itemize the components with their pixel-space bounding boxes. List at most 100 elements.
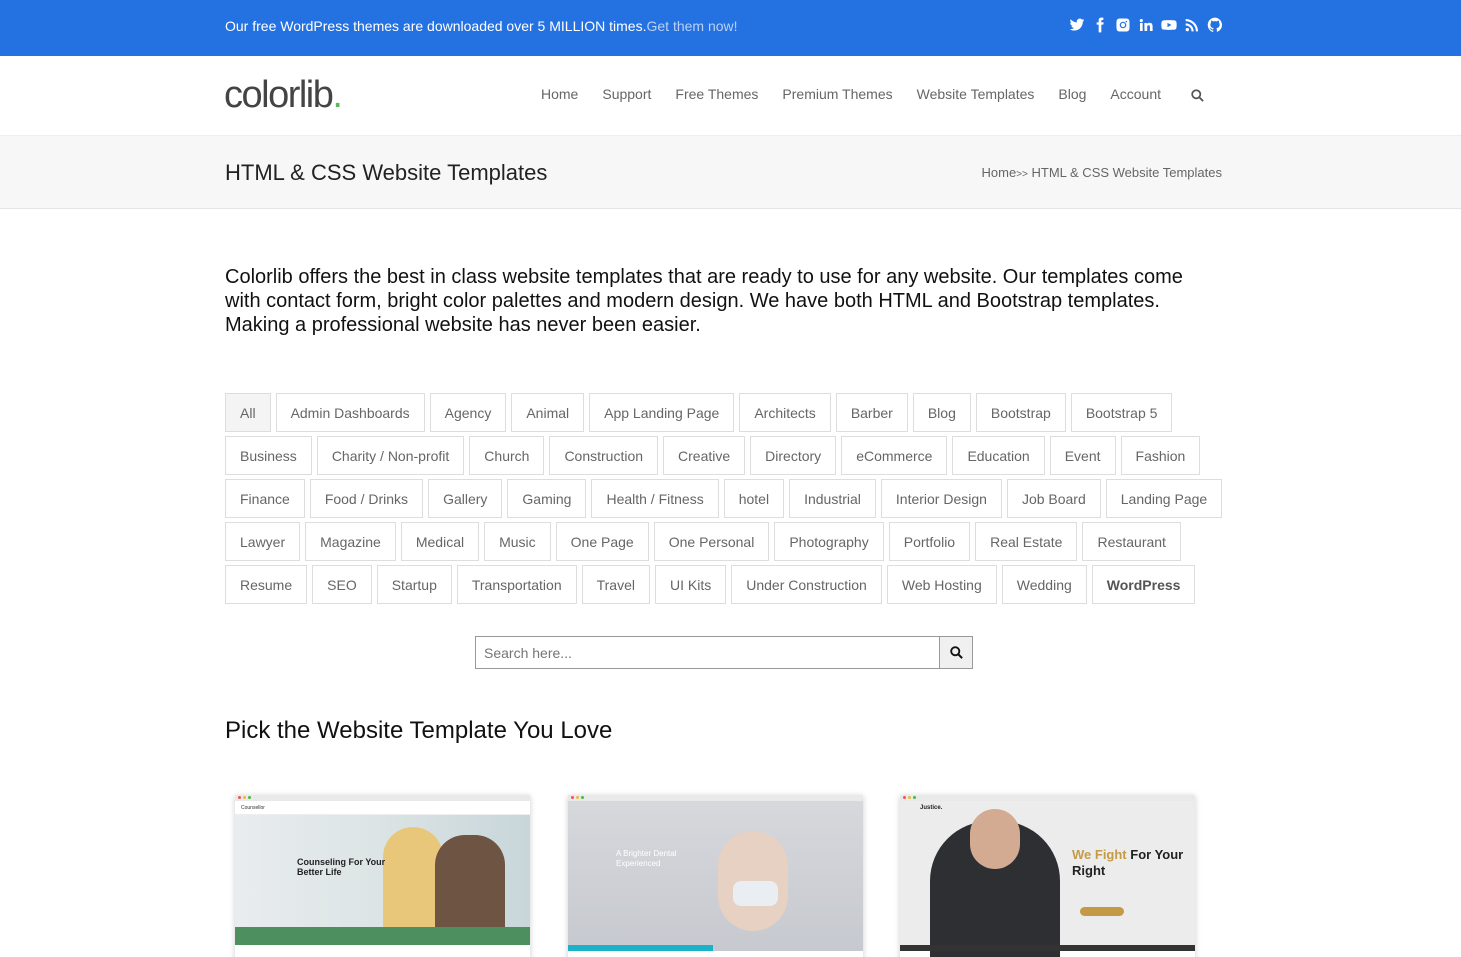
filter-tag-finance[interactable]: Finance: [225, 479, 305, 518]
filter-tag-photography[interactable]: Photography: [774, 522, 884, 561]
filter-tag-startup[interactable]: Startup: [376, 565, 452, 604]
preview-button: [1080, 907, 1124, 916]
filter-tag-ui-kits[interactable]: UI Kits: [655, 565, 727, 604]
preview-strip: [900, 945, 1195, 951]
filter-tag-bootstrap[interactable]: Bootstrap: [975, 393, 1066, 432]
nav-premium-themes[interactable]: Premium Themes: [770, 86, 904, 102]
filter-tag-charity-non-profit[interactable]: Charity / Non-profit: [316, 436, 465, 475]
preview-person-head: [970, 809, 1020, 869]
twitter-icon[interactable]: [1068, 16, 1085, 34]
filter-tag-all[interactable]: All: [225, 393, 271, 432]
colorlib-logo[interactable]: colorlib.: [224, 74, 343, 117]
nav-free-themes[interactable]: Free Themes: [663, 86, 770, 102]
preview-site-name: Justice.: [920, 805, 943, 811]
github-icon[interactable]: [1206, 16, 1223, 34]
section-title: Pick the Website Template You Love: [225, 717, 613, 744]
filter-tag-ecommerce[interactable]: eCommerce: [841, 436, 948, 475]
logo-text: colorlib: [224, 74, 334, 116]
announcement-text: Our free WordPress themes are downloaded…: [225, 18, 738, 34]
filter-tag-interior-design[interactable]: Interior Design: [880, 479, 1002, 518]
filter-tag-food-drinks[interactable]: Food / Drinks: [309, 479, 424, 518]
nav-blog[interactable]: Blog: [1046, 86, 1098, 102]
template-card[interactable]: A Brighter Dental Experienced: [568, 795, 863, 957]
filter-tag-real-estate[interactable]: Real Estate: [975, 522, 1078, 561]
filter-tag-portfolio[interactable]: Portfolio: [888, 522, 971, 561]
filter-tag-restaurant[interactable]: Restaurant: [1082, 522, 1181, 561]
template-card[interactable]: Counsellor Counseling For Your Better Li…: [235, 795, 530, 957]
instagram-icon[interactable]: [1114, 16, 1131, 34]
announcement-cta-link[interactable]: Get them now!: [646, 18, 737, 34]
filter-tag-resume[interactable]: Resume: [225, 565, 308, 604]
filter-tag-industrial[interactable]: Industrial: [789, 479, 876, 518]
filter-tag-admin-dashboards[interactable]: Admin Dashboards: [275, 393, 425, 432]
filter-tag-one-personal[interactable]: One Personal: [653, 522, 770, 561]
filter-tag-seo[interactable]: SEO: [312, 565, 372, 604]
card-site-nav: Counsellor: [235, 801, 530, 815]
filter-tag-blog[interactable]: Blog: [912, 393, 971, 432]
filter-tag-magazine[interactable]: Magazine: [305, 522, 396, 561]
filter-tag-medical[interactable]: Medical: [400, 522, 480, 561]
announcement-bar: Our free WordPress themes are downloaded…: [0, 0, 1461, 56]
template-preview-image: Justice. We Fight For Your Right: [900, 801, 1195, 957]
linkedin-icon[interactable]: [1137, 16, 1154, 34]
filter-tag-transportation[interactable]: Transportation: [456, 565, 577, 604]
filter-tag-gallery[interactable]: Gallery: [428, 479, 503, 518]
filter-tag-web-hosting[interactable]: Web Hosting: [886, 565, 997, 604]
filter-tag-barber[interactable]: Barber: [835, 393, 908, 432]
breadcrumb-separator: >>: [1016, 169, 1028, 180]
filter-tag-gaming[interactable]: Gaming: [507, 479, 587, 518]
filter-tag-under-construction[interactable]: Under Construction: [731, 565, 882, 604]
filter-tag-animal[interactable]: Animal: [511, 393, 585, 432]
social-links: [1068, 16, 1223, 34]
filter-tag-landing-page[interactable]: Landing Page: [1105, 479, 1223, 518]
template-preview-image: A Brighter Dental Experienced: [568, 801, 863, 951]
breadcrumb: Home>> HTML & CSS Website Templates: [982, 165, 1223, 180]
nav-website-templates[interactable]: Website Templates: [905, 86, 1047, 102]
category-filter: All Admin Dashboards Agency Animal App Landi…: [225, 393, 1225, 604]
filter-tag-job-board[interactable]: Job Board: [1006, 479, 1101, 518]
filter-tag-church[interactable]: Church: [469, 436, 545, 475]
youtube-icon[interactable]: [1160, 16, 1177, 34]
filter-tag-one-page[interactable]: One Page: [555, 522, 649, 561]
breadcrumb-home[interactable]: Home: [982, 165, 1017, 180]
filter-tag-hotel[interactable]: hotel: [723, 479, 785, 518]
intro-paragraph: Colorlib offers the best in class websit…: [225, 266, 1183, 336]
facebook-icon[interactable]: [1091, 16, 1108, 34]
template-card[interactable]: Justice. We Fight For Your Right: [900, 795, 1195, 957]
logo-dot: .: [332, 74, 343, 116]
preview-headline: Counseling For Your Better Life: [297, 857, 386, 877]
preview-strip: [568, 945, 713, 951]
filter-tag-travel[interactable]: Travel: [581, 565, 650, 604]
nav-home[interactable]: Home: [529, 86, 590, 102]
filter-tag-music[interactable]: Music: [484, 522, 551, 561]
site-header: colorlib. Home Support Free Themes Premi…: [0, 56, 1461, 136]
preview-headline-accent: We Fight: [1072, 847, 1127, 862]
filter-tag-architects[interactable]: Architects: [739, 393, 831, 432]
announcement-message: Our free WordPress themes are downloaded…: [225, 18, 647, 34]
search-icon: [949, 646, 963, 659]
filter-tag-creative[interactable]: Creative: [663, 436, 746, 475]
filter-tag-agency[interactable]: Agency: [429, 393, 507, 432]
filter-tag-wordpress[interactable]: WordPress: [1091, 565, 1196, 604]
nav-account[interactable]: Account: [1098, 86, 1173, 102]
filter-tag-construction[interactable]: Construction: [549, 436, 659, 475]
filter-tag-health-fitness[interactable]: Health / Fitness: [591, 479, 719, 518]
nav-support[interactable]: Support: [590, 86, 663, 102]
filter-tag-app-landing-page[interactable]: App Landing Page: [589, 393, 735, 432]
filter-tag-business[interactable]: Business: [225, 436, 312, 475]
filter-tag-education[interactable]: Education: [952, 436, 1045, 475]
filter-tag-directory[interactable]: Directory: [750, 436, 837, 475]
preview-strip: [235, 927, 530, 945]
filter-tag-wedding[interactable]: Wedding: [1001, 565, 1087, 604]
preview-headline: A Brighter Dental Experienced: [616, 849, 677, 868]
search-input[interactable]: [475, 636, 940, 669]
search-icon[interactable]: [1190, 88, 1206, 104]
filter-tag-fashion[interactable]: Fashion: [1120, 436, 1201, 475]
template-preview-image: Counseling For Your Better Life: [235, 815, 530, 945]
search-button[interactable]: [940, 636, 973, 669]
filter-tag-lawyer[interactable]: Lawyer: [225, 522, 301, 561]
filter-tag-event[interactable]: Event: [1049, 436, 1116, 475]
preview-person: [383, 827, 443, 937]
filter-tag-bootstrap-5[interactable]: Bootstrap 5: [1070, 393, 1173, 432]
rss-icon[interactable]: [1183, 16, 1200, 34]
